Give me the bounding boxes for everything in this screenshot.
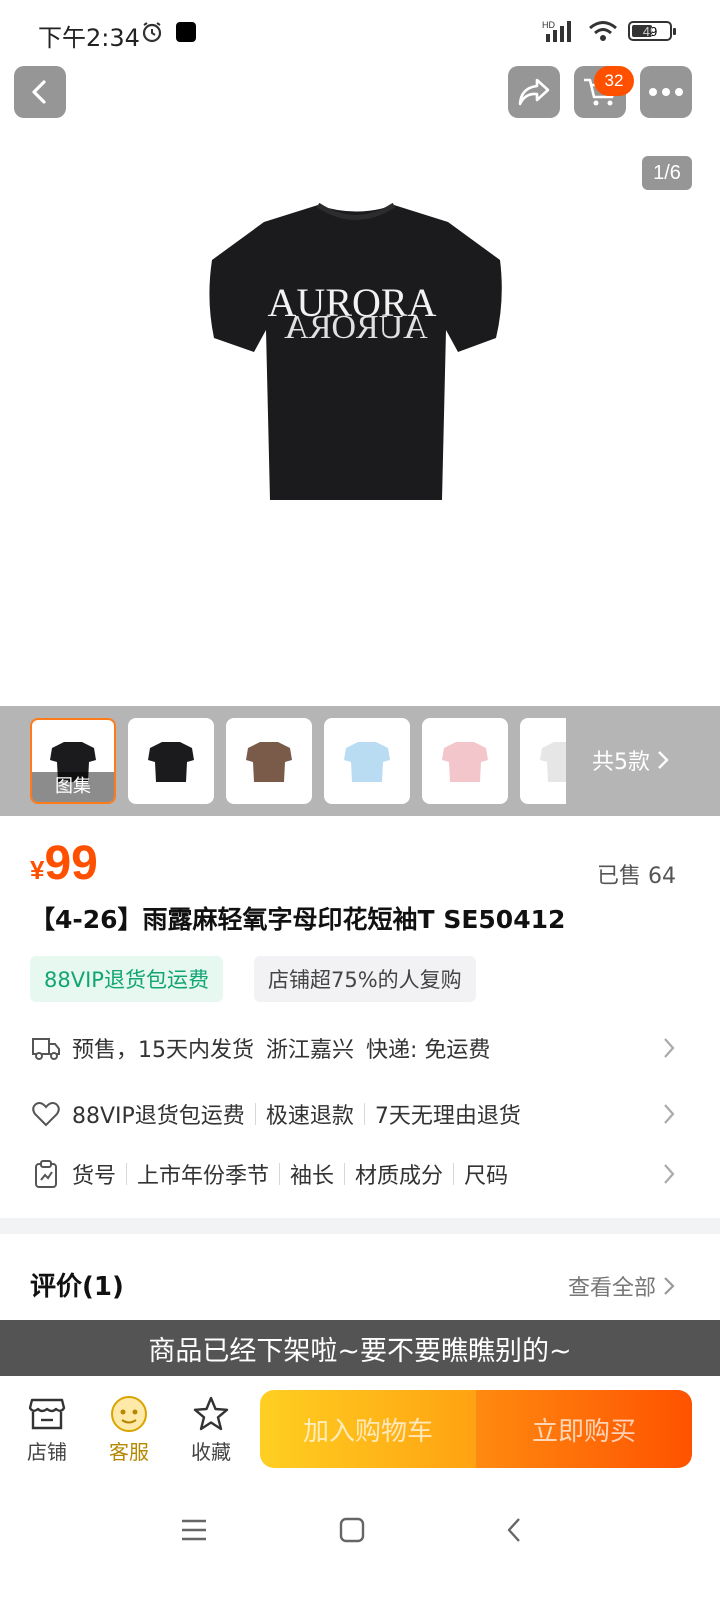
more-button[interactable] — [640, 66, 692, 118]
bottom-action-bar: 店铺 客服 收藏 加入购物车 立即购买 — [0, 1376, 720, 1484]
shop-button[interactable]: 店铺 — [12, 1394, 82, 1465]
system-navigation-bar — [0, 1484, 720, 1600]
sold-count: 已售 64 — [597, 864, 676, 889]
tshirt-thumbnail — [442, 742, 488, 782]
status-bar: 下午2:34 HD 49 — [0, 0, 720, 70]
param-item: 袖长 — [290, 1164, 335, 1189]
all-styles-link[interactable]: 共5款 — [592, 744, 670, 776]
thumbnail-label: 图集 — [32, 772, 114, 802]
tshirt-thumbnail — [246, 742, 292, 782]
tshirt-thumbnail — [148, 742, 194, 782]
star-icon — [191, 1394, 231, 1434]
product-title: 【4-26】雨露麻轻氧字母印花短袖T SE50412 — [30, 905, 566, 934]
customer-service-button[interactable]: 客服 — [94, 1394, 164, 1465]
recent-apps-button[interactable] — [174, 1510, 214, 1550]
service-item: 7天无理由退货 — [374, 1104, 521, 1129]
notification-icon — [176, 22, 196, 42]
divider — [279, 1163, 281, 1185]
share-icon — [518, 78, 550, 106]
buy-now-button[interactable]: 立即购买 — [476, 1390, 692, 1468]
param-item: 上市年份季节 — [137, 1164, 270, 1189]
styles-count-label: 共5款 — [592, 750, 650, 775]
repurchase-tag: 店铺超75%的人复购 — [254, 956, 476, 1002]
add-to-cart-label: 加入购物车 — [302, 1416, 433, 1447]
svg-text:HD: HD — [542, 20, 555, 30]
service-row[interactable]: 88VIP退货包运费 极速退款 7天无理由退货 — [30, 1094, 675, 1134]
thumbnail-light-blue[interactable] — [324, 718, 410, 804]
home-button[interactable] — [332, 1510, 372, 1550]
service-item: 极速退款 — [265, 1104, 354, 1129]
thumbnail-black[interactable] — [128, 718, 214, 804]
vip-return-tag: 88VIP退货包运费 — [30, 956, 223, 1002]
tshirt-thumbnail — [344, 742, 390, 782]
customer-service-icon — [109, 1394, 149, 1434]
chevron-right-icon — [664, 1038, 675, 1058]
view-all-label: 查看全部 — [567, 1276, 656, 1301]
heart-shield-icon — [30, 1098, 62, 1130]
service-item: 88VIP退货包运费 — [72, 1104, 245, 1129]
origin-info: 浙江嘉兴 — [266, 1038, 355, 1063]
shop-label: 店铺 — [27, 1440, 67, 1464]
notice-text: 商品已经下架啦~要不要瞧瞧别的~ — [148, 1335, 572, 1367]
section-divider — [0, 1218, 720, 1234]
share-button[interactable] — [508, 66, 560, 118]
more-dots-icon — [649, 88, 683, 96]
thumbnail-brown[interactable] — [226, 718, 312, 804]
param-item: 货号 — [72, 1164, 117, 1189]
battery-text: 49 — [642, 23, 658, 39]
system-back-button[interactable] — [494, 1510, 534, 1550]
buy-now-label: 立即购买 — [531, 1416, 636, 1447]
image-counter: 1/6 — [642, 156, 692, 190]
chevron-right-icon — [664, 1164, 675, 1184]
home-square-icon — [339, 1517, 365, 1543]
view-all-reviews-link[interactable]: 查看全部 — [568, 1270, 676, 1302]
param-item: 尺码 — [464, 1164, 509, 1189]
svg-text:AURORA: AURORA — [284, 309, 428, 346]
cart-count-badge: 32 — [594, 66, 634, 96]
status-indicators: HD 49 — [542, 20, 676, 42]
shipping-row[interactable]: 预售，15天内发货 浙江嘉兴 快递: 免运费 — [30, 1028, 675, 1068]
chevron-right-icon — [658, 751, 669, 769]
battery-icon: 49 — [628, 21, 676, 41]
thumbnail-atlas[interactable]: 图集 — [30, 718, 116, 804]
parameters-row[interactable]: 货号 上市年份季节 袖长 材质成分 尺码 — [30, 1154, 675, 1194]
menu-icon — [182, 1519, 206, 1541]
off-shelf-notice: 商品已经下架啦~要不要瞧瞧别的~ — [0, 1320, 720, 1376]
favorite-button[interactable]: 收藏 — [176, 1394, 246, 1465]
signal-icon: HD — [542, 20, 571, 42]
clipboard-icon — [30, 1158, 62, 1190]
divider — [453, 1163, 455, 1185]
divider — [254, 1103, 256, 1125]
reviews-title: 评价(1) — [30, 1272, 124, 1302]
param-item: 材质成分 — [355, 1164, 444, 1189]
thumbnail-pink[interactable] — [422, 718, 508, 804]
divider — [126, 1163, 128, 1185]
back-button[interactable] — [14, 66, 66, 118]
divider — [363, 1103, 365, 1125]
price: ¥ 99 — [30, 836, 98, 891]
store-icon — [27, 1394, 67, 1434]
chevron-right-icon — [664, 1277, 675, 1295]
customer-service-label: 客服 — [109, 1440, 149, 1464]
price-currency: ¥ — [30, 855, 45, 885]
courier-info: 快递: 免运费 — [366, 1038, 491, 1063]
divider — [344, 1163, 346, 1185]
truck-icon — [30, 1032, 62, 1064]
status-time: 下午2:34 — [38, 24, 140, 52]
price-value: 99 — [44, 837, 98, 890]
add-to-cart-button[interactable]: 加入购物车 — [260, 1390, 476, 1468]
back-triangle-icon — [507, 1518, 520, 1542]
chevron-left-icon — [32, 80, 46, 104]
presale-info: 预售，15天内发货 — [72, 1038, 254, 1063]
alarm-icon — [142, 22, 162, 43]
favorite-label: 收藏 — [191, 1440, 231, 1464]
chevron-right-icon — [664, 1104, 675, 1124]
wifi-icon — [589, 21, 617, 41]
